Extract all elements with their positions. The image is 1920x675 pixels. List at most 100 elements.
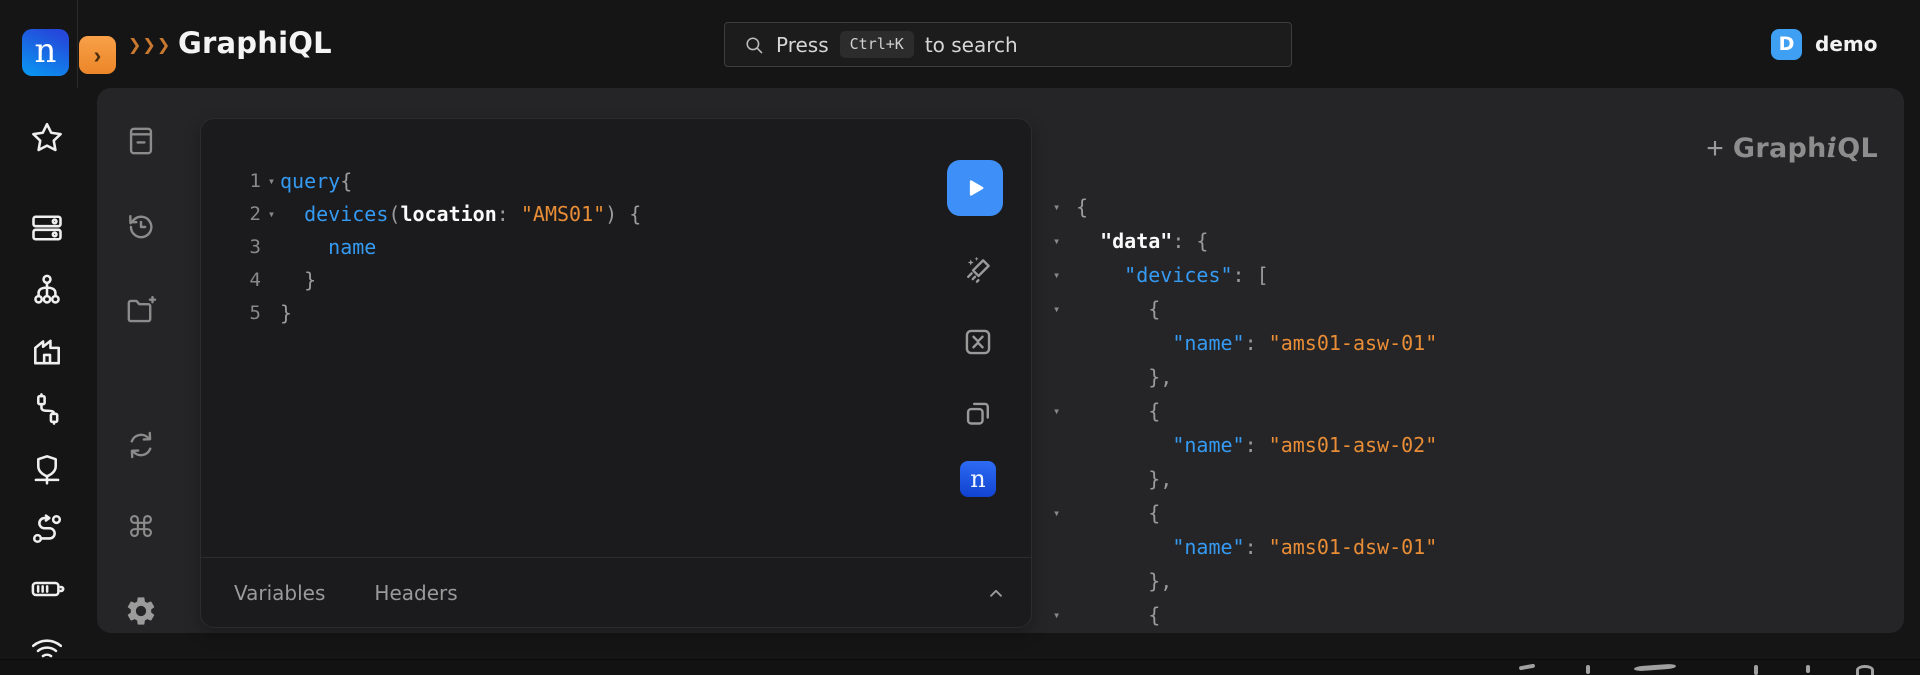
response-line: ▾ { xyxy=(1046,496,1437,530)
response-line: ▾ "data": { xyxy=(1046,224,1437,258)
fold-arrow-icon xyxy=(1046,462,1076,496)
cables-icon xyxy=(29,391,65,427)
editor-footer: Variables Headers xyxy=(201,557,1031,627)
page-title: GraphiQL xyxy=(178,0,332,88)
tool-settings-gear-button[interactable] xyxy=(124,594,158,628)
nautobot-logo-letter: n xyxy=(35,34,57,68)
graphiql-session: ⌘ + GraphiQL 1▾query{2▾ devices(location… xyxy=(97,88,1904,633)
tool-refetch-button[interactable] xyxy=(124,428,158,462)
response-line: "name": "ams01-asw-02" xyxy=(1046,428,1437,462)
response-line: }, xyxy=(1046,462,1437,496)
breadcrumb-chevrons: ❯❯❯ xyxy=(128,0,171,88)
merge-icon xyxy=(961,325,995,359)
fold-arrow-icon[interactable]: ▾ xyxy=(1046,258,1076,292)
execute-query-button[interactable] xyxy=(947,160,1003,216)
footer-partial-glyph xyxy=(1856,665,1874,675)
fold-arrow-icon xyxy=(263,297,280,330)
code-line: 5} xyxy=(201,297,941,330)
response-pane[interactable]: ▾{▾ "data": {▾ "devices": [▾ { "name": "… xyxy=(1046,190,1437,632)
docs-icon xyxy=(124,124,158,158)
fold-arrow-icon xyxy=(1046,530,1076,564)
prettify-icon xyxy=(961,254,995,288)
code-line: 1▾query{ xyxy=(201,165,941,198)
sidebar-item-building[interactable] xyxy=(29,332,65,368)
fold-arrow-icon[interactable]: ▾ xyxy=(1046,394,1076,428)
sidebar-item-hierarchy[interactable] xyxy=(29,272,65,308)
nautobot-queries-button[interactable]: n xyxy=(960,461,996,497)
fold-arrow-icon xyxy=(1046,428,1076,462)
line-number: 1 xyxy=(201,165,261,198)
route-icon xyxy=(29,511,65,547)
graphiql-logo-i: i xyxy=(1827,133,1838,164)
chevron-right-icon: ❯ xyxy=(128,35,142,54)
fold-arrow-icon[interactable]: ▾ xyxy=(1046,224,1076,258)
add-tab-button[interactable]: + xyxy=(1698,132,1732,166)
query-editor-panel: 1▾query{2▾ devices(location: "AMS01") {3… xyxy=(200,118,1032,628)
collapse-editor-tools-button[interactable] xyxy=(983,580,1009,606)
response-line: ▾ { xyxy=(1046,292,1437,326)
star-icon xyxy=(29,120,65,156)
left-sidebar xyxy=(0,0,78,675)
sidebar-item-cables[interactable] xyxy=(29,391,65,427)
fold-arrow-icon[interactable]: ▾ xyxy=(263,165,280,198)
user-menu[interactable]: D demo xyxy=(1771,0,1877,88)
sidebar-item-shield-network[interactable] xyxy=(29,452,65,488)
fold-arrow-icon[interactable]: ▾ xyxy=(1046,190,1076,224)
graphiql-logo-suffix: QL xyxy=(1837,133,1878,164)
tab-variables[interactable]: Variables xyxy=(234,581,325,605)
settings-gear-icon xyxy=(124,594,158,628)
nautobot-logo[interactable]: n xyxy=(22,29,69,76)
username: demo xyxy=(1815,32,1877,56)
sidebar-item-battery[interactable] xyxy=(29,571,65,607)
page: n › ❯❯❯ GraphiQL Press Ctrl+K to search … xyxy=(0,0,1920,675)
chevron-up-icon xyxy=(983,580,1009,606)
line-number: 2 xyxy=(201,198,261,231)
sidebar-item-route[interactable] xyxy=(29,511,65,547)
line-number: 5 xyxy=(201,297,261,330)
tool-history-button[interactable] xyxy=(124,210,158,244)
graphiql-logo: GraphiQL xyxy=(1733,133,1878,164)
tool-shortcut-keys-button[interactable]: ⌘ xyxy=(124,511,158,545)
tool-docs-button[interactable] xyxy=(124,124,158,158)
fold-arrow-icon xyxy=(263,264,280,297)
response-line: }, xyxy=(1046,564,1437,598)
search-input[interactable]: Press Ctrl+K to search xyxy=(724,22,1292,67)
avatar: D xyxy=(1771,29,1802,60)
folder-plus-icon xyxy=(124,293,158,327)
editor-footer-tabs: Variables Headers xyxy=(234,558,458,627)
footer-partial-glyph xyxy=(1586,665,1590,674)
prettify-query-button[interactable] xyxy=(961,254,995,288)
sidebar-item-devices[interactable] xyxy=(29,210,65,246)
sidebar-item-star[interactable] xyxy=(29,120,65,156)
graphiql-logo-prefix: Graph xyxy=(1733,133,1827,164)
refetch-icon xyxy=(124,428,158,462)
tab-headers[interactable]: Headers xyxy=(374,581,457,605)
response-line: ▾ "devices": [ xyxy=(1046,258,1437,292)
footer-partial-glyph xyxy=(1806,665,1810,673)
fold-arrow-icon[interactable]: ▾ xyxy=(1046,496,1076,530)
footer-partial-glyph xyxy=(1519,664,1535,671)
search-suffix: to search xyxy=(925,33,1018,57)
shortcut-keys-icon: ⌘ xyxy=(124,511,158,545)
response-line: "name": "ams01-dsw-01" xyxy=(1046,530,1437,564)
code-line: 2▾ devices(location: "AMS01") { xyxy=(201,198,941,231)
code-line: 4 } xyxy=(201,264,941,297)
devices-icon xyxy=(29,210,65,246)
code-line: 3 name xyxy=(201,231,941,264)
fold-arrow-icon[interactable]: ▾ xyxy=(1046,598,1076,632)
footer-partial-glyph xyxy=(1634,664,1676,672)
chevron-right-icon: ❯ xyxy=(142,35,156,54)
fold-arrow-icon[interactable]: ▾ xyxy=(263,198,280,231)
query-editor[interactable]: 1▾query{2▾ devices(location: "AMS01") {3… xyxy=(201,119,941,330)
fold-arrow-icon xyxy=(1046,326,1076,360)
copy-query-button[interactable] xyxy=(961,396,995,430)
response-line: }, xyxy=(1046,360,1437,394)
fold-arrow-icon[interactable]: ▾ xyxy=(1046,292,1076,326)
merge-fragments-button[interactable] xyxy=(961,325,995,359)
sidebar-toggle-button[interactable]: › xyxy=(79,36,116,74)
hierarchy-icon xyxy=(29,272,65,308)
tool-folder-plus-button[interactable] xyxy=(124,293,158,327)
response-line: ▾ { xyxy=(1046,598,1437,632)
battery-icon xyxy=(29,571,65,607)
header: n › ❯❯❯ GraphiQL Press Ctrl+K to search … xyxy=(0,0,1920,88)
